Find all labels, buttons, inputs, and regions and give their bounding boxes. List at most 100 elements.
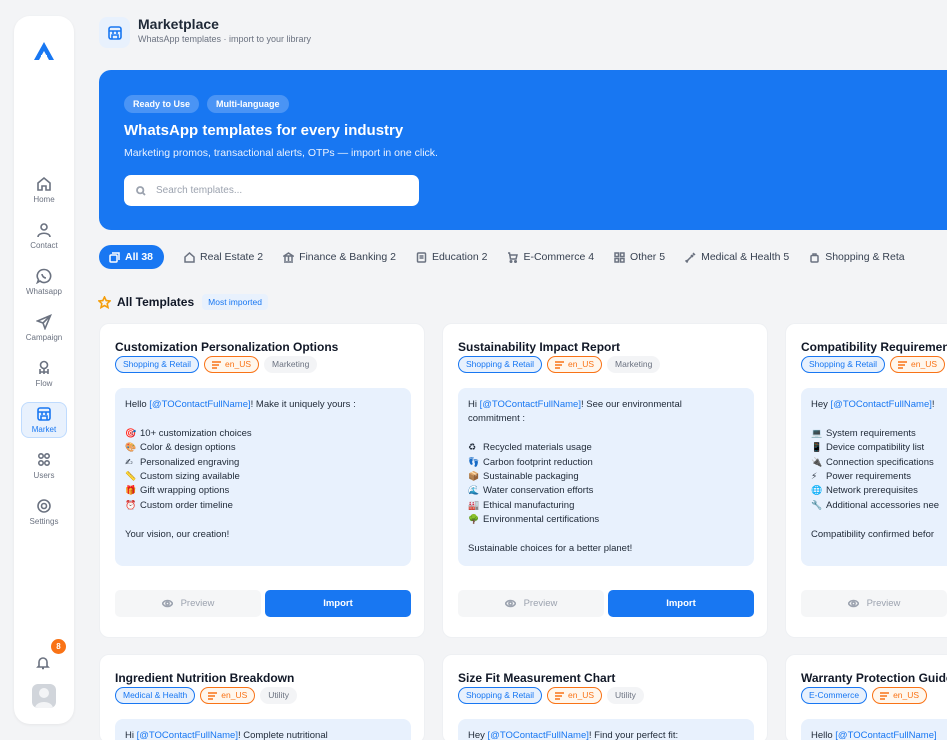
greeting-text: ! See our environmental	[580, 399, 682, 410]
gear-icon	[37, 499, 51, 513]
greeting-line: Hey [@TOContactFullName]! Find your perf…	[468, 729, 744, 740]
multilanguage-pill: Multi-language	[207, 95, 289, 113]
import-button[interactable]: Import	[265, 590, 411, 617]
tab-label: All 38	[125, 251, 154, 263]
house-icon	[184, 251, 195, 263]
greeting-text: Hi	[125, 730, 137, 740]
card-tags: Shopping & Retail en_US Marketing	[115, 356, 322, 374]
preview-label: Preview	[866, 598, 901, 609]
tab-other[interactable]: Other 5	[614, 245, 665, 269]
tab-real-estate[interactable]: Real Estate 2	[184, 245, 263, 269]
greeting-line: Hi [@TOContactFullName]! Complete nutrit…	[125, 729, 401, 740]
list-item-text: Environmental certifications	[483, 514, 600, 526]
sidebar-item-label: Users	[33, 471, 55, 480]
list-item-text: Color & design options	[140, 442, 236, 454]
greeting-line: Hi [@TOContactFullName]! See our environ…	[468, 398, 744, 412]
greeting-text: Hello	[125, 399, 150, 410]
sidebar-item-users[interactable]: Users	[21, 448, 67, 484]
tab-label: Finance & Banking 2	[299, 251, 396, 263]
emoji: 💻	[811, 428, 823, 439]
greeting-text: Hi	[468, 399, 480, 410]
list-item-text: Custom sizing available	[140, 470, 240, 482]
emoji: ⚡	[811, 471, 818, 482]
bell-icon	[36, 657, 50, 670]
preview-button[interactable]: Preview	[801, 590, 947, 617]
list-item: 📦 Sustainable packaging	[468, 470, 744, 484]
import-button[interactable]: Import	[608, 590, 754, 617]
template-card: Size Fit Measurement Chart Shopping & Re…	[442, 654, 768, 740]
notification-badge: 8	[51, 639, 66, 654]
sidebar-item-whatsapp[interactable]: Whatsapp	[21, 264, 67, 300]
flow-icon	[39, 360, 49, 374]
list-item: 🎨 Color & design options	[125, 441, 401, 455]
message-preview: Hey [@TOContactFullName]! 💻 System requir…	[801, 388, 947, 567]
sidebar-item-label: Campaign	[25, 333, 63, 342]
search-input[interactable]	[156, 185, 406, 196]
sidebar-item-flow[interactable]: Flow	[21, 356, 67, 392]
language-label: en_US	[568, 690, 595, 700]
grid-icon	[614, 251, 625, 263]
page-title: Marketplace	[138, 16, 219, 32]
list-item-text: Recycled materials usage	[483, 442, 592, 454]
greeting-text: ! Make it uniquely yours :	[250, 399, 356, 410]
template-card: Compatibility Requirements Shopping & Re…	[785, 323, 947, 638]
users-icon	[37, 452, 51, 467]
sidebar-item-label: Flow	[35, 379, 53, 388]
tab-label: Education 2	[431, 251, 488, 263]
language-label: en_US	[568, 359, 595, 369]
book-icon	[416, 251, 427, 263]
sidebar-item-campaign[interactable]: Campaign	[21, 310, 67, 346]
sidebar-item-contact[interactable]: Contact	[21, 218, 67, 254]
greeting-text: !	[931, 399, 935, 410]
list-item: 💻 System requirements	[811, 427, 947, 441]
contact-variable: [@TOContactFullName]	[149, 399, 251, 410]
preview-label: Preview	[180, 598, 215, 609]
footer-line: Your vision, our creation!	[125, 528, 230, 540]
tab-all[interactable]: All 38	[99, 245, 165, 269]
card-title: Warranty Protection Guide	[801, 671, 947, 685]
list-item: 🔧 Additional accessories nee	[811, 499, 947, 513]
category-tag: E-Commerce	[801, 687, 868, 704]
section-header: All Templates Most imported	[98, 294, 268, 310]
language-tag: en_US	[547, 356, 603, 373]
language-label: en_US	[225, 359, 252, 369]
emoji: 📏	[125, 471, 137, 482]
list-item: ⚡ Power requirements	[811, 470, 947, 484]
card-tags: Shopping & Retail en_US	[801, 356, 947, 374]
logo-icon[interactable]	[32, 40, 56, 62]
template-icon	[109, 251, 120, 263]
avatar[interactable]	[32, 684, 56, 708]
tab-e-commerce[interactable]: E-Commerce 4	[507, 245, 594, 269]
lines-icon	[555, 691, 565, 700]
preview-button[interactable]: Preview	[115, 590, 261, 617]
tab-shopping-retail[interactable]: Shopping & Reta	[809, 245, 905, 269]
eye-icon	[504, 599, 516, 608]
category-tag: Shopping & Retail	[801, 356, 886, 373]
eye-icon	[847, 599, 859, 608]
sidebar-item-label: Market	[31, 425, 57, 434]
type-tag: Marketing	[607, 356, 661, 373]
template-card: Warranty Protection Guide E-Commerce en_…	[785, 654, 947, 740]
list-item: 📏 Custom sizing available	[125, 470, 401, 484]
template-card: Customization Personalization Options Sh…	[99, 323, 425, 638]
emoji: 🏭	[468, 500, 480, 511]
sidebar-item-market[interactable]: Market	[21, 402, 67, 438]
tab-medical-health[interactable]: Medical & Health 5	[685, 245, 789, 269]
tab-finance-banking[interactable]: Finance & Banking 2	[283, 245, 396, 269]
hero-title: WhatsApp templates for every industry	[124, 122, 404, 139]
lines-icon	[880, 691, 890, 700]
preview-button[interactable]: Preview	[458, 590, 604, 617]
card-title: Sustainability Impact Report	[458, 340, 621, 354]
tab-education[interactable]: Education 2	[416, 245, 487, 269]
emoji: 🌐	[811, 486, 823, 497]
sidebar-item-settings[interactable]: Settings	[21, 494, 67, 530]
type-tag: Marketing	[264, 356, 318, 373]
emoji: ✍	[125, 457, 133, 468]
greeting-line: commitment :	[468, 413, 526, 425]
sidebar-item-home[interactable]: Home	[21, 172, 67, 208]
list-item: 🌐 Network prerequisites	[811, 484, 947, 498]
language-tag: en_US	[204, 356, 260, 373]
notification-button[interactable]	[36, 656, 52, 672]
lines-icon	[898, 360, 908, 369]
list-item: 🎁 Gift wrapping options	[125, 484, 401, 498]
